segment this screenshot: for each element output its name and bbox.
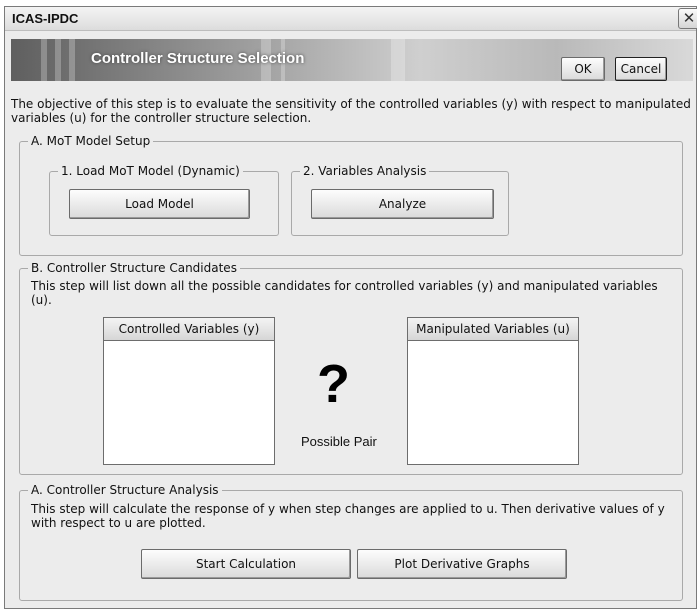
structure-candidates-description: This step will list down all the possibl… <box>31 279 658 307</box>
plot-derivative-graphs-button-label: Plot Derivative Graphs <box>394 557 530 571</box>
controlled-variables-header: Controlled Variables (y) <box>104 318 274 341</box>
mot-model-setup-legend: A. MoT Model Setup <box>31 134 151 148</box>
start-calculation-button[interactable]: Start Calculation <box>141 549 351 579</box>
analyze-button-label: Analyze <box>378 197 427 211</box>
structure-analysis-group: A. Controller Structure Analysis <box>19 483 683 601</box>
structure-analysis-description: This step will calculate the response of… <box>31 502 665 530</box>
close-icon: ✕ <box>682 9 696 27</box>
window-title: ICAS-IPDC <box>12 11 79 26</box>
objective-text: The objective of this step is to evaluat… <box>11 97 691 125</box>
banner-title: Controller Structure Selection <box>91 50 305 67</box>
variables-analysis-legend: 2. Variables Analysis <box>303 164 427 178</box>
title-bar[interactable]: ICAS-IPDC ✕ <box>5 7 697 31</box>
manipulated-variables-list[interactable]: Manipulated Variables (u) <box>407 317 579 465</box>
load-model-button-label: Load Model <box>125 197 194 211</box>
analyze-button[interactable]: Analyze <box>311 189 494 219</box>
question-mark-icon: ? <box>317 354 350 414</box>
ok-button[interactable]: OK <box>561 57 605 81</box>
plot-derivative-graphs-button[interactable]: Plot Derivative Graphs <box>357 549 567 579</box>
controlled-variables-list[interactable]: Controlled Variables (y) <box>103 317 275 465</box>
load-model-button[interactable]: Load Model <box>69 189 250 219</box>
ok-button-label: OK <box>574 62 592 76</box>
structure-analysis-legend: A. Controller Structure Analysis <box>31 483 219 497</box>
manipulated-variables-header: Manipulated Variables (u) <box>408 318 578 341</box>
cancel-button[interactable]: Cancel <box>615 57 667 81</box>
close-button[interactable]: ✕ <box>678 8 697 29</box>
load-model-legend: 1. Load MoT Model (Dynamic) <box>61 164 240 178</box>
possible-pair-label: Possible Pair <box>301 434 377 449</box>
cancel-button-label: Cancel <box>620 62 662 76</box>
structure-candidates-legend: B. Controller Structure Candidates <box>31 261 237 275</box>
dialog-window: ICAS-IPDC ✕ Controller Structure Selecti… <box>4 6 697 609</box>
start-calculation-button-label: Start Calculation <box>195 557 297 571</box>
